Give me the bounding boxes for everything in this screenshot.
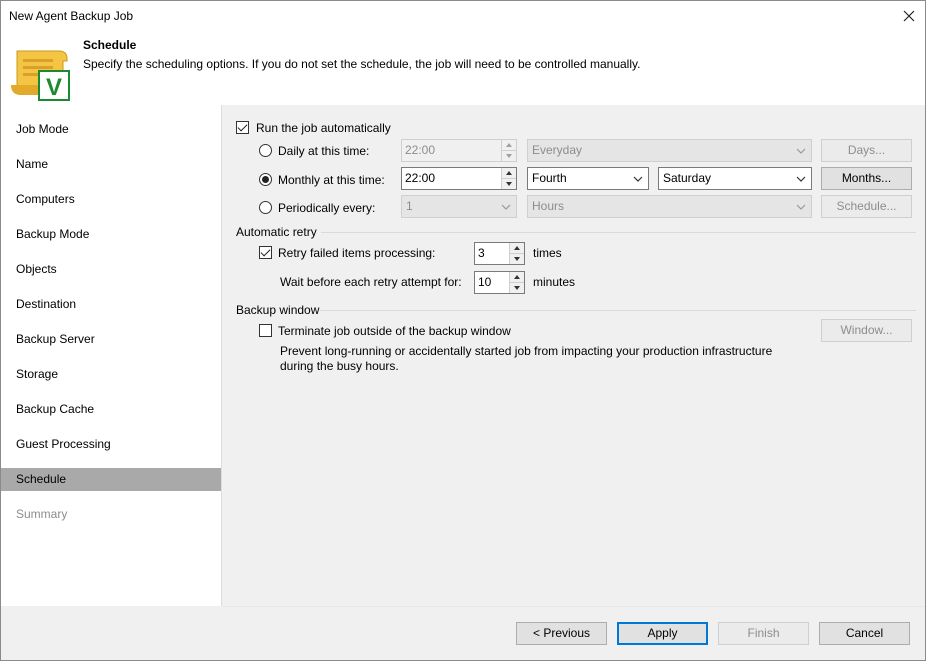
- apply-button[interactable]: Apply: [617, 622, 708, 645]
- monthly-time-spinner[interactable]: [501, 168, 516, 189]
- sidebar-item-schedule[interactable]: Schedule: [1, 468, 221, 491]
- finish-button[interactable]: Finish: [718, 622, 809, 645]
- window-title: New Agent Backup Job: [9, 9, 134, 23]
- page-title: Schedule: [83, 38, 137, 52]
- chevron-down-icon: [796, 176, 806, 182]
- retry-count-input[interactable]: 3: [474, 242, 525, 265]
- backup-window-divider: [320, 310, 916, 311]
- retry-count-spinner[interactable]: [509, 243, 524, 264]
- scroll-check-icon: V: [11, 50, 70, 101]
- sidebar-item-job-mode[interactable]: Job Mode: [1, 118, 221, 141]
- periodically-unit-value: Hours: [532, 199, 565, 213]
- sidebar-item-guest-processing[interactable]: Guest Processing: [1, 433, 221, 456]
- previous-button[interactable]: < Previous: [516, 622, 607, 645]
- sidebar-item-backup-cache[interactable]: Backup Cache: [1, 398, 221, 421]
- daily-time-value: 22:00: [405, 143, 436, 157]
- close-icon: [903, 10, 915, 22]
- retry-checkbox[interactable]: [259, 246, 272, 259]
- window-button[interactable]: Window...: [821, 319, 912, 342]
- page-description: Specify the scheduling options. If you d…: [83, 57, 641, 71]
- sidebar-item-destination[interactable]: Destination: [1, 293, 221, 316]
- daily-time-input[interactable]: 22:00: [401, 139, 517, 162]
- backup-window-description-line1: Prevent long-running or accidentally sta…: [280, 344, 773, 358]
- retry-unit-label: times: [533, 246, 562, 260]
- automatic-retry-heading: Automatic retry: [236, 225, 317, 239]
- backup-window-description-line2: during the busy hours.: [280, 359, 399, 373]
- wait-label: Wait before each retry attempt for:: [280, 275, 462, 289]
- footer-divider: [223, 606, 925, 607]
- sidebar-item-backup-server[interactable]: Backup Server: [1, 328, 221, 351]
- periodically-label: Periodically every:: [278, 201, 376, 215]
- months-button[interactable]: Months...: [821, 167, 912, 190]
- page-header: V Schedule Specify the scheduling option…: [1, 31, 925, 105]
- monthly-day-value: Saturday: [663, 171, 712, 185]
- terminate-job-checkbox[interactable]: [259, 324, 272, 337]
- chevron-down-icon: [501, 204, 511, 210]
- sidebar-item-storage[interactable]: Storage: [1, 363, 221, 386]
- svg-text:V: V: [46, 74, 62, 101]
- monthly-day-select[interactable]: Saturday: [658, 167, 812, 190]
- title-bar: New Agent Backup Job: [1, 1, 925, 31]
- automatic-retry-divider: [321, 232, 916, 233]
- run-automatically-checkbox[interactable]: [236, 121, 249, 134]
- schedule-panel: Run the job automatically Daily at this …: [223, 105, 925, 606]
- chevron-down-icon: [633, 176, 643, 182]
- monthly-label: Monthly at this time:: [278, 173, 385, 187]
- dialog-window: New Agent Backup Job V Schedule Specify …: [0, 0, 926, 661]
- daily-option-select[interactable]: Everyday: [527, 139, 812, 162]
- wait-minutes-spinner[interactable]: [509, 272, 524, 293]
- periodically-value: 1: [406, 199, 413, 213]
- monthly-week-select[interactable]: Fourth: [527, 167, 649, 190]
- wizard-steps-sidebar: Job Mode Name Computers Backup Mode Obje…: [1, 105, 222, 606]
- periodically-unit-select[interactable]: Hours: [527, 195, 812, 218]
- periodically-value-select[interactable]: 1: [401, 195, 517, 218]
- monthly-week-value: Fourth: [532, 171, 567, 185]
- monthly-time-value: 22:00: [405, 171, 436, 185]
- days-button[interactable]: Days...: [821, 139, 912, 162]
- wait-unit-label: minutes: [533, 275, 576, 289]
- sidebar-item-backup-mode[interactable]: Backup Mode: [1, 223, 221, 246]
- daily-time-spinner[interactable]: [501, 140, 516, 161]
- chevron-down-icon: [796, 204, 806, 210]
- sidebar-item-name[interactable]: Name: [1, 153, 221, 176]
- backup-window-heading: Backup window: [236, 303, 320, 317]
- retry-label: Retry failed items processing:: [278, 246, 436, 260]
- terminate-job-label: Terminate job outside of the backup wind…: [278, 324, 511, 338]
- periodically-radio[interactable]: [259, 201, 272, 214]
- cancel-button[interactable]: Cancel: [819, 622, 910, 645]
- wait-minutes-input[interactable]: 10: [474, 271, 525, 294]
- retry-count-value: 3: [478, 246, 485, 260]
- daily-option-value: Everyday: [532, 143, 583, 157]
- chevron-down-icon: [796, 148, 806, 154]
- daily-radio[interactable]: [259, 144, 272, 157]
- sidebar-item-objects[interactable]: Objects: [1, 258, 221, 281]
- daily-label: Daily at this time:: [278, 144, 370, 158]
- sidebar-item-computers[interactable]: Computers: [1, 188, 221, 211]
- run-automatically-label: Run the job automatically: [256, 121, 391, 135]
- monthly-radio[interactable]: [259, 173, 272, 186]
- schedule-button[interactable]: Schedule...: [821, 195, 912, 218]
- monthly-time-input[interactable]: 22:00: [401, 167, 517, 190]
- close-button[interactable]: [895, 2, 923, 30]
- wait-minutes-value: 10: [478, 275, 492, 289]
- sidebar-item-summary[interactable]: Summary: [1, 503, 221, 526]
